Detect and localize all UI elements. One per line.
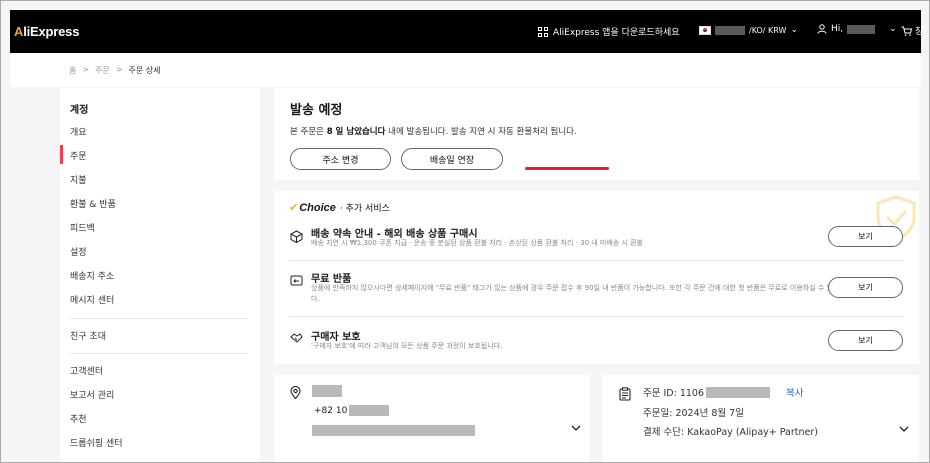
sidebar-item-addresses[interactable]: 배송지 주소 [70,269,114,282]
view-delivery-promise-button[interactable]: 보기 [828,226,903,247]
phone-prefix: +82 10 [314,405,348,416]
breadcrumb: 홈 > 주문 > 주문 상세 [69,65,161,76]
sidebar-item-invite[interactable]: 친구 초대 [70,329,106,342]
location-pin-icon [290,386,301,399]
breadcrumb-home[interactable]: 홈 [69,65,76,76]
red-underline-annotation [525,167,609,170]
status-days-remaining: 8 일 남았습니다 [326,127,386,137]
download-app-link[interactable]: AliExpress 앱을 다운로드하세요 [538,25,680,38]
logo-text: liExpress [23,24,80,39]
sidebar-item-settings[interactable]: 설정 [70,245,87,258]
cart-link[interactable]: 장 [901,24,923,37]
sidebar-item-dropshipping[interactable]: 드롭쉬핑 센터 [70,436,123,449]
sidebar-active-indicator [60,145,63,164]
greeting-text: Hi, [831,24,844,34]
status-text-before: 본 주문은 [290,127,327,137]
region-text: /KO/ KRW [749,25,787,35]
recipient-phone: +82 10 [314,405,390,416]
redacted-phone [349,405,390,416]
region-selector[interactable]: /KO/ KRW ⌄ [699,25,798,35]
chevron-down-icon: ⌄ [790,25,798,35]
browser-frame: AliExpress AliExpress 앱을 다운로드하세요 /KO/ KR… [0,0,930,463]
handshake-icon [290,333,303,343]
breadcrumb-separator: > [115,65,123,74]
order-id-label: 주문 ID: 1106 [643,388,705,399]
status-title: 발송 예정 [290,103,343,118]
view-buyer-protection-button[interactable]: 보기 [828,330,903,351]
breadcrumb-current: 주문 상세 [128,66,161,75]
feature-description: 상품에 만족하지 않으시다면 상세페이지에 "무료 반품" 태그가 있는 상품에… [311,284,846,303]
sidebar-divider [70,318,248,319]
status-message: 본 주문은 8 일 남았습니다 내에 발송됩니다. 발송 지연 시 자동 환불처… [290,125,577,137]
chevron-down-icon[interactable] [570,422,582,434]
view-free-returns-button[interactable]: 보기 [828,277,903,298]
extend-delivery-button[interactable]: 배송일 연장 [401,148,503,170]
download-app-text: AliExpress 앱을 다운로드하세요 [553,28,680,38]
cart-text: 장 [915,27,924,37]
redacted-order-id [706,386,771,398]
order-info-card: 주문 ID: 1106 복사 주문일: 2024년 8월 7일 결제 수단: K… [602,375,919,462]
feature-description: '구매자 보호'에 따라 고객님의 모든 상품 주문 과정이 보호됩니다. [311,342,503,350]
chevron-down-icon[interactable] [898,423,910,435]
order-date: 주문일: 2024년 8월 7일 [643,408,744,419]
sidebar-title: 계정 [70,105,89,116]
user-account-menu[interactable]: Hi, ⌄ [817,24,897,34]
order-id-row: 주문 ID: 1106 복사 [643,385,804,399]
shipping-address-card: +82 10 [274,375,590,462]
sidebar-item-reports[interactable]: 보고서 관리 [70,388,114,401]
sidebar-item-messages[interactable]: 메시지 센터 [70,293,114,306]
package-icon [290,230,303,243]
redacted-username [847,24,876,34]
redacted-recipient-name [312,385,342,397]
sidebar-item-refunds[interactable]: 환불 & 반품 [70,197,116,210]
sidebar-item-help-center[interactable]: 고객센터 [70,364,103,377]
redacted-address [312,425,475,436]
document-icon [619,387,631,401]
choice-subtitle: · 추가 서비스 [339,204,390,214]
feature-divider [289,316,904,317]
cart-icon [901,26,912,36]
change-address-button[interactable]: 주소 변경 [290,148,391,170]
account-sidebar: 계정 개요 주문 지불 환불 & 반품 피드백 설정 배송지 주소 메시지 센터… [60,88,260,462]
status-text-after: 내에 발송됩니다. 발송 지연 시 자동 환불처리 됩니다. [385,127,577,137]
breadcrumb-separator: > [82,65,90,74]
chevron-down-icon: ⌄ [889,24,897,34]
return-box-icon [290,275,303,286]
choice-services-card: ✔ Choice · 추가 서비스 배송 약속 안내 - 해외 배송 상품 구매… [274,191,919,364]
checkmark-icon: ✔ [289,201,299,214]
breadcrumb-orders[interactable]: 주문 [95,65,110,76]
korea-flag-icon [699,25,711,35]
sidebar-item-orders[interactable]: 주문 [70,149,87,162]
sidebar-item-recommend[interactable]: 추천 [70,412,87,425]
feature-divider [289,260,904,261]
feature-description: 배송 지연 시 ₩1,300 쿠폰 지급 · 운송 중 분실된 상품 환불 처리… [311,239,643,247]
aliexpress-logo[interactable]: AliExpress [14,24,79,39]
user-icon [817,24,827,34]
redacted-country [715,25,745,35]
qr-grid-icon [538,26,548,37]
sidebar-item-feedback[interactable]: 피드백 [70,221,95,234]
choice-header: ✔ Choice · 추가 서비스 [289,201,390,214]
payment-method: 결제 수단: KakaoPay (Alipay+ Partner) [643,427,818,438]
choice-brand: Choice [299,202,336,214]
sidebar-item-payment[interactable]: 지불 [70,173,87,186]
shipping-status-card: 발송 예정 본 주문은 8 일 남았습니다 내에 발송됩니다. 발송 지연 시 … [274,88,919,180]
top-navigation-bar: AliExpress AliExpress 앱을 다운로드하세요 /KO/ KR… [10,10,923,53]
copy-order-id-link[interactable]: 복사 [786,385,803,399]
sidebar-item-overview[interactable]: 개요 [70,125,87,138]
sidebar-divider [70,353,248,354]
